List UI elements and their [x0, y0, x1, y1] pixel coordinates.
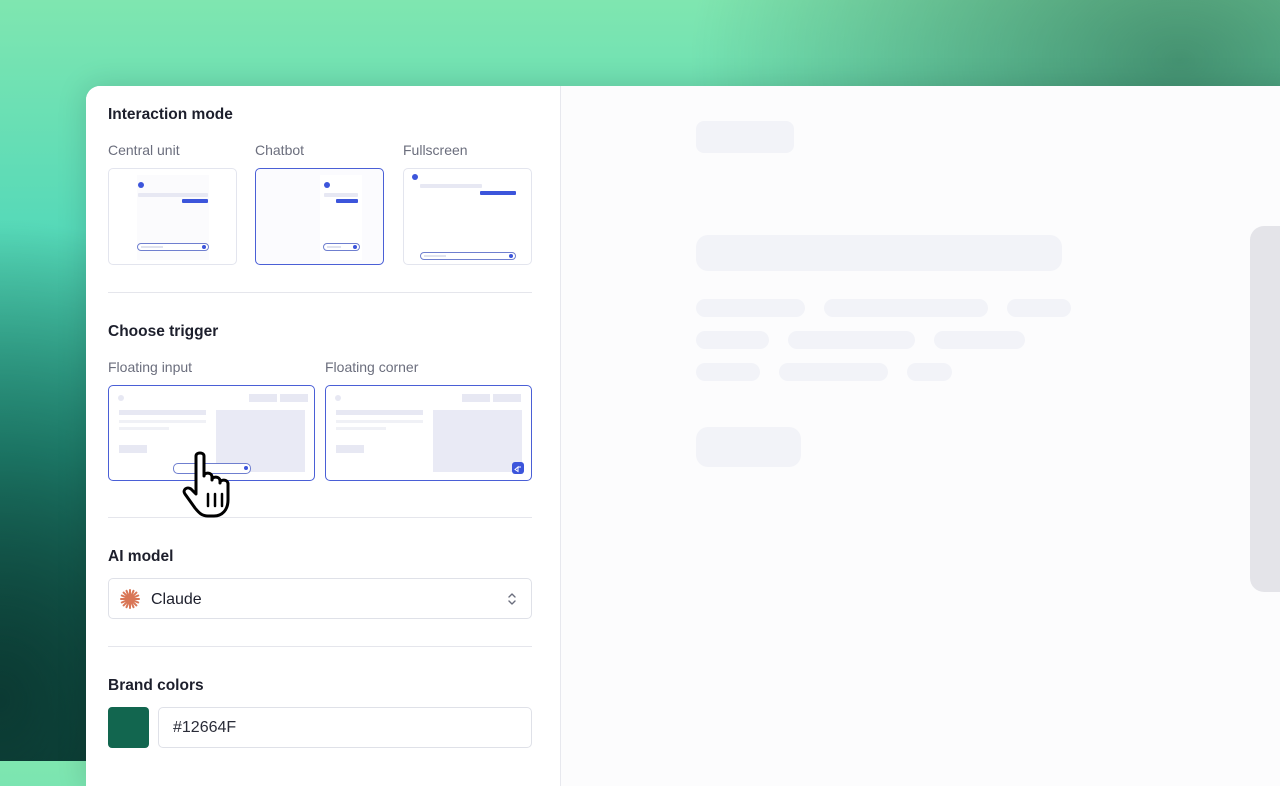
- preview-reply-line: [480, 191, 516, 195]
- preview-avatar-dot: [412, 174, 418, 180]
- preview-input: [420, 252, 516, 260]
- divider: [108, 517, 532, 518]
- preview-message-line: [324, 193, 358, 197]
- preview-heading-line: [119, 410, 206, 415]
- skeleton-line: [779, 363, 888, 381]
- divider: [108, 646, 532, 647]
- skeleton-line: [1007, 299, 1071, 317]
- preview-nav-block: [249, 394, 277, 402]
- preview-text-line: [336, 427, 386, 430]
- skeleton-line: [696, 363, 760, 381]
- preview-nav-block: [280, 394, 308, 402]
- preview-image-block: [433, 410, 522, 472]
- interaction-mode-title: Interaction mode: [108, 106, 233, 123]
- preview-corner-chat-icon: [512, 462, 524, 474]
- skeleton-line: [934, 331, 1025, 349]
- option-label-fullscreen: Fullscreen: [403, 142, 468, 158]
- side-panel-tab[interactable]: [1250, 226, 1280, 592]
- app-window: Interaction mode Central unit Chatbot Fu…: [86, 86, 1280, 786]
- skeleton-line: [824, 299, 988, 317]
- skeleton-block: [696, 121, 794, 153]
- skeleton-line: [696, 331, 769, 349]
- preview-nav-block: [493, 394, 521, 402]
- skeleton-block: [696, 235, 1062, 271]
- preview-text-line: [119, 427, 169, 430]
- preview-message-line: [420, 184, 482, 188]
- preview-input: [137, 243, 209, 251]
- preview-reply-line: [182, 199, 208, 203]
- preview-panel: [561, 86, 1280, 786]
- trigger-card-floating-corner[interactable]: [325, 385, 532, 481]
- skeleton-line: [907, 363, 952, 381]
- skeleton-line: [696, 299, 805, 317]
- ai-model-title: AI model: [108, 548, 174, 565]
- preview-nav-block: [462, 394, 490, 402]
- brand-color-swatch[interactable]: [108, 707, 149, 748]
- brand-color-hex-input[interactable]: #12664F: [158, 707, 532, 748]
- preview-text-line: [119, 420, 206, 423]
- option-label-floating-input: Floating input: [108, 359, 193, 375]
- mode-card-central-unit[interactable]: [108, 168, 237, 265]
- option-label-floating-corner: Floating corner: [325, 359, 419, 375]
- preview-avatar-dot: [138, 182, 144, 188]
- skeleton-button: [696, 427, 801, 467]
- preview-avatar-dot: [324, 182, 330, 188]
- brand-colors-title: Brand colors: [108, 677, 204, 694]
- chevron-up-down-icon: [508, 593, 516, 605]
- choose-trigger-title: Choose trigger: [108, 323, 219, 340]
- ai-model-select[interactable]: Claude: [108, 578, 532, 619]
- preview-button-block: [336, 445, 364, 453]
- claude-logo-icon: [120, 589, 140, 609]
- mode-card-fullscreen[interactable]: [403, 168, 532, 265]
- preview-button-block: [119, 445, 147, 453]
- preview-message-line: [138, 193, 208, 197]
- option-label-chatbot: Chatbot: [255, 142, 305, 158]
- settings-panel: Interaction mode Central unit Chatbot Fu…: [86, 86, 561, 786]
- ai-model-value: Claude: [151, 591, 202, 608]
- hand-pointer-cursor-icon: [182, 451, 230, 518]
- skeleton-line: [788, 331, 915, 349]
- preview-dot: [335, 395, 341, 401]
- preview-dot: [118, 395, 124, 401]
- preview-reply-line: [336, 199, 358, 203]
- option-label-central-unit: Central unit: [108, 142, 180, 158]
- mode-card-chatbot[interactable]: [255, 168, 384, 265]
- preview-input: [323, 243, 360, 251]
- divider: [108, 292, 532, 293]
- preview-text-line: [336, 420, 423, 423]
- preview-heading-line: [336, 410, 423, 415]
